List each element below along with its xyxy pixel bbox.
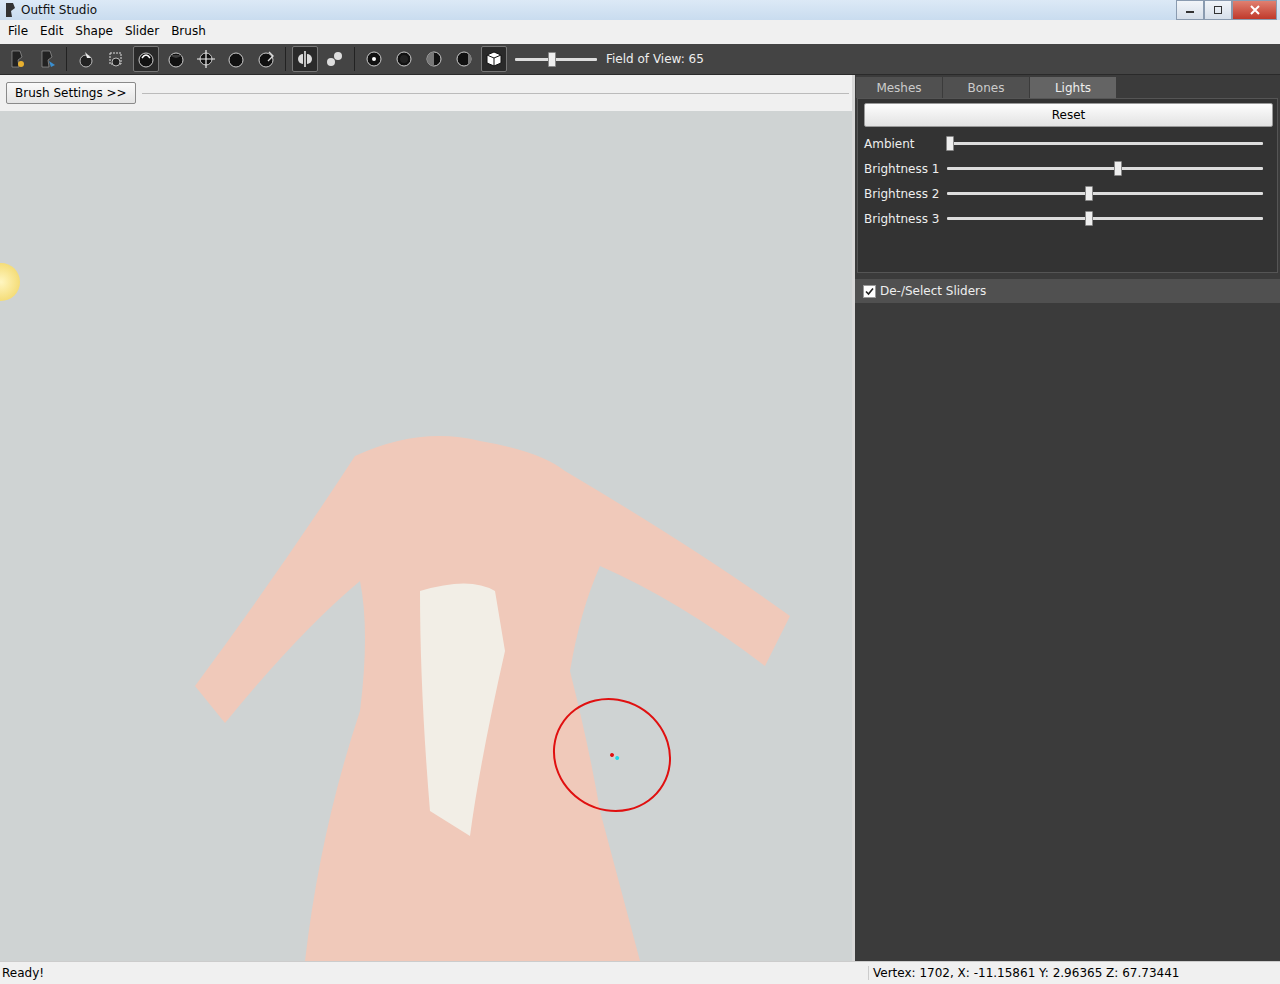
light-slider-thumb[interactable] — [1114, 161, 1122, 176]
tool-button[interactable] — [391, 46, 417, 72]
outfit-icon — [37, 49, 57, 69]
menu-item[interactable]: Shape — [69, 24, 119, 38]
mask-icon — [106, 49, 126, 69]
tool-button[interactable] — [163, 46, 189, 72]
light-slider[interactable] — [947, 142, 1263, 145]
tool-button[interactable] — [451, 46, 477, 72]
menu-item[interactable]: Brush — [165, 24, 212, 38]
toolbar: Field of View: 65 — [0, 44, 1280, 75]
light-slider-row: Ambient — [864, 131, 1273, 156]
light-slider-row: Brightness 3 — [864, 206, 1273, 231]
light-slider-row: Brightness 2 — [864, 181, 1273, 206]
tool-button[interactable] — [223, 46, 249, 72]
tab-bar: MeshesBonesLights — [855, 75, 1280, 98]
menu-item[interactable]: Edit — [34, 24, 69, 38]
toolbar-separator — [66, 47, 67, 71]
smooth-icon — [226, 49, 246, 69]
model-figure — [0, 111, 852, 961]
select-sliders-label: De-/Select Sliders — [880, 284, 986, 298]
select-sliders-checkbox[interactable] — [863, 285, 876, 298]
light-slider-label: Brightness 1 — [864, 162, 947, 176]
light-slider-thumb[interactable] — [1085, 211, 1093, 226]
inflate-icon — [136, 49, 156, 69]
light-slider-label: Brightness 3 — [864, 212, 947, 226]
tool-button[interactable] — [292, 46, 318, 72]
light-slider-label: Brightness 2 — [864, 187, 947, 201]
tool-button[interactable] — [133, 46, 159, 72]
viewport-3d[interactable] — [0, 111, 852, 961]
project-icon — [7, 49, 27, 69]
fov-slider[interactable] — [515, 58, 597, 61]
light-slider[interactable] — [947, 217, 1263, 220]
lights-panel: Reset Ambient Brightness 1 Brightness 2 Brig… — [857, 98, 1278, 273]
main-area: Brush Settings >> MeshesBonesLights Reset A… — [0, 75, 1280, 961]
window-title: Outfit Studio — [21, 3, 97, 17]
title-bar: Outfit Studio — [0, 0, 1280, 20]
close-icon[interactable] — [1232, 0, 1277, 20]
status-text: Ready! — [0, 966, 868, 980]
toolbar-separator — [285, 47, 286, 71]
sliders-header: De-/Select Sliders — [855, 279, 1280, 303]
tool-group — [292, 46, 348, 72]
tool-group — [361, 46, 507, 72]
mirror-icon — [295, 49, 315, 69]
fov-label: Field of View: 65 — [606, 52, 704, 66]
light-slider-row: Brightness 1 — [864, 156, 1273, 181]
light-slider[interactable] — [947, 167, 1263, 170]
dot-small-icon — [364, 49, 384, 69]
tool-group — [73, 46, 279, 72]
tool-button[interactable] — [481, 46, 507, 72]
connected-icon — [325, 49, 345, 69]
app-logo-icon — [3, 2, 17, 18]
light-slider-label: Ambient — [864, 137, 947, 151]
dot-half-icon — [424, 49, 444, 69]
tab[interactable]: Lights — [1030, 77, 1116, 98]
window-controls — [1176, 0, 1277, 20]
minimize-icon[interactable] — [1176, 0, 1204, 20]
brush-settings-button[interactable]: Brush Settings >> — [6, 82, 136, 104]
select-icon — [76, 49, 96, 69]
tool-button[interactable] — [421, 46, 447, 72]
tool-button[interactable] — [34, 46, 60, 72]
fov-control: Field of View: 65 — [515, 52, 704, 66]
toolbar-separator — [354, 47, 355, 71]
tab[interactable]: Meshes — [856, 77, 942, 98]
outfit-studio-window: Outfit Studio FileEditShapeSliderBrush Fie… — [0, 0, 1280, 984]
dot-medium-icon — [394, 49, 414, 69]
menu-item[interactable]: File — [2, 24, 34, 38]
deflate-icon — [166, 49, 186, 69]
right-panel: MeshesBonesLights Reset Ambient Brightness … — [855, 75, 1280, 961]
light-source-icon[interactable] — [0, 263, 20, 301]
maximize-icon[interactable] — [1204, 0, 1232, 20]
tool-button[interactable] — [73, 46, 99, 72]
light-slider[interactable] — [947, 192, 1263, 195]
tab[interactable]: Bones — [943, 77, 1029, 98]
dot-side-icon — [454, 49, 474, 69]
cube-icon — [484, 49, 504, 69]
left-pane: Brush Settings >> — [0, 75, 855, 961]
menu-bar: FileEditShapeSliderBrush — [0, 20, 1280, 42]
tool-button[interactable] — [4, 46, 30, 72]
move-icon — [196, 49, 216, 69]
vertex-info: Vertex: 1702, X: -11.15861 Y: 2.96365 Z:… — [868, 966, 1179, 980]
tool-button[interactable] — [361, 46, 387, 72]
tool-button[interactable] — [193, 46, 219, 72]
status-bar: Ready!Vertex: 1702, X: -11.15861 Y: 2.96… — [0, 961, 1280, 984]
tool-group — [4, 46, 60, 72]
light-slider-thumb[interactable] — [946, 136, 954, 151]
reset-button[interactable]: Reset — [864, 103, 1273, 127]
tool-button[interactable] — [253, 46, 279, 72]
sliders-list — [855, 303, 1280, 961]
tool-button[interactable] — [103, 46, 129, 72]
weight-icon — [256, 49, 276, 69]
fov-slider-thumb[interactable] — [548, 52, 556, 67]
brush-settings-bar: Brush Settings >> — [0, 75, 852, 111]
light-slider-thumb[interactable] — [1085, 186, 1093, 201]
menu-item[interactable]: Slider — [119, 24, 165, 38]
tool-button[interactable] — [322, 46, 348, 72]
